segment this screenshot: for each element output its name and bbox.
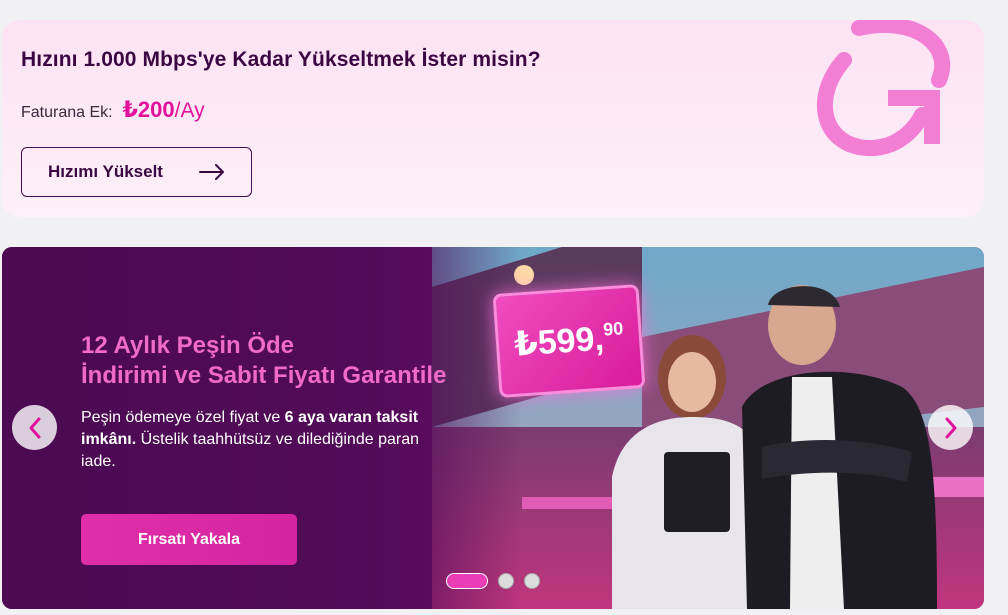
carousel-prev-button[interactable] bbox=[12, 405, 57, 450]
chevron-right-icon bbox=[945, 417, 956, 438]
price-decimals: 90 bbox=[602, 318, 624, 340]
arrow-right-icon bbox=[199, 164, 224, 180]
upgrade-button-label: Hızımı Yükselt bbox=[48, 162, 163, 181]
chevron-left-icon bbox=[29, 417, 40, 438]
carousel-dots bbox=[446, 573, 540, 589]
carousel-dot-2[interactable] bbox=[498, 573, 514, 589]
speed-upgrade-card: Hızını 1.000 Mbps'ye Kadar Yükseltmek İs… bbox=[2, 20, 984, 217]
refresh-arrow-icon bbox=[816, 20, 951, 156]
promo-headline-line1: 12 Aylık Peşin Öde bbox=[81, 332, 294, 359]
promo-description: Peşin ödemeye özel fiyat ve 6 aya varan … bbox=[81, 407, 431, 473]
promo-banner: ₺599, 90 12 Aylık Peşin Öde İndirimi ve … bbox=[2, 247, 984, 609]
fee-price: ₺200 bbox=[122, 97, 175, 122]
price-tag: ₺599, 90 bbox=[492, 284, 646, 398]
promo-desc-part1: Peşin ödemeye özel fiyat ve bbox=[81, 409, 285, 426]
fee-row: Faturana Ek: ₺200 /Ay bbox=[21, 97, 205, 123]
carousel-next-button[interactable] bbox=[928, 405, 973, 450]
upgrade-speed-button[interactable]: Hızımı Yükselt bbox=[21, 147, 252, 197]
fee-label: Faturana Ek: bbox=[21, 104, 113, 121]
upgrade-title: Hızını 1.000 Mbps'ye Kadar Yükseltmek İs… bbox=[21, 48, 541, 71]
fee-unit: /Ay bbox=[174, 99, 205, 122]
promo-headline: 12 Aylık Peşin Öde İndirimi ve Sabit Fiy… bbox=[81, 331, 446, 391]
promo-headline-line2: İndirimi ve Sabit Fiyatı Garantile bbox=[81, 362, 447, 389]
carousel-dot-1[interactable] bbox=[446, 573, 488, 589]
carousel-dot-3[interactable] bbox=[524, 573, 540, 589]
price-main: ₺599, bbox=[512, 319, 606, 364]
grab-offer-button[interactable]: Fırsatı Yakala bbox=[81, 514, 297, 565]
